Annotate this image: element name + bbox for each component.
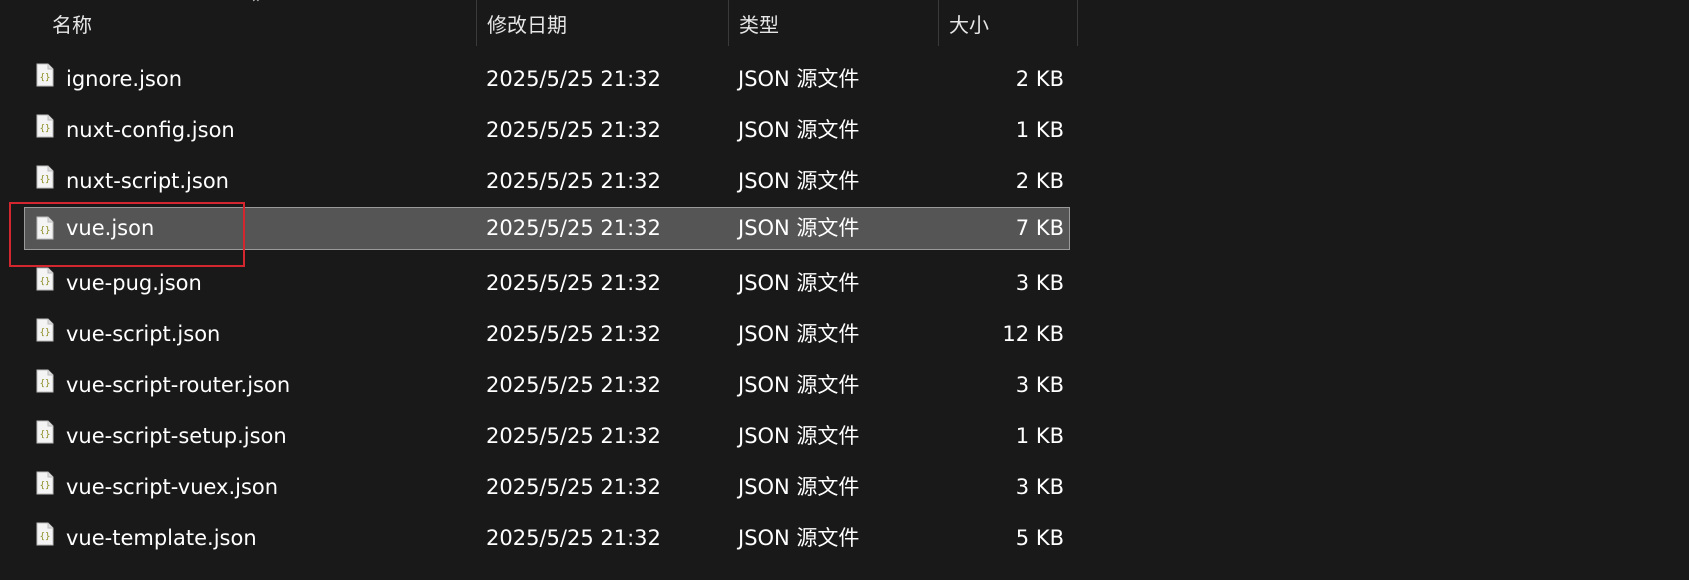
file-modified-date: 2025/5/25 21:32 <box>486 322 661 346</box>
file-size: 1 KB <box>1015 424 1064 448</box>
file-row[interactable]: {} vue-script-vuex.json 2025/5/25 21:32 JSO… <box>0 462 1078 513</box>
file-type: JSON 源文件 <box>738 373 860 397</box>
column-header-size[interactable]: 大小 <box>938 0 1078 46</box>
svg-text:{}: {} <box>40 430 51 440</box>
json-file-icon: {} <box>36 420 54 444</box>
file-modified-date: 2025/5/25 21:32 <box>486 216 661 240</box>
file-modified-date: 2025/5/25 21:32 <box>486 475 661 499</box>
file-modified-date: 2025/5/25 21:32 <box>486 169 661 193</box>
file-name: vue-script-setup.json <box>66 424 287 448</box>
svg-text:{}: {} <box>40 73 51 83</box>
file-size: 3 KB <box>1015 373 1064 397</box>
file-name: vue-script.json <box>66 322 221 346</box>
file-type: JSON 源文件 <box>738 271 860 295</box>
file-type: JSON 源文件 <box>738 322 860 346</box>
file-row[interactable]: {} vue-template.json 2025/5/25 21:32 JSON 源… <box>0 513 1078 564</box>
column-header-type-label: 类型 <box>739 12 779 37</box>
file-size: 2 KB <box>1015 67 1064 91</box>
file-type: JSON 源文件 <box>738 118 860 142</box>
file-size: 3 KB <box>1015 271 1064 295</box>
file-size: 7 KB <box>1015 216 1064 240</box>
json-file-icon: {} <box>36 165 54 189</box>
file-name: vue-script-router.json <box>66 373 291 397</box>
file-modified-date: 2025/5/25 21:32 <box>486 271 661 295</box>
sort-caret-up-icon: ⌃ <box>250 0 262 12</box>
file-row[interactable]: {} ignore.json 2025/5/25 21:32 JSON 源文件 2 KB <box>0 54 1078 105</box>
file-row[interactable]: {} nuxt-config.json 2025/5/25 21:32 JSON 源文… <box>0 105 1078 156</box>
file-name: vue-template.json <box>66 526 257 550</box>
column-header-date-label: 修改日期 <box>487 12 567 37</box>
file-name: vue-script-vuex.json <box>66 475 279 499</box>
json-file-icon: {} <box>36 267 54 291</box>
json-file-icon: {} <box>36 369 54 393</box>
file-row[interactable]: {} vue-script-router.json 2025/5/25 21:32 J… <box>0 360 1078 411</box>
column-header-type[interactable]: 类型 <box>728 0 938 46</box>
json-file-icon: {} <box>36 114 54 138</box>
file-type: JSON 源文件 <box>738 424 860 448</box>
file-modified-date: 2025/5/25 21:32 <box>486 424 661 448</box>
file-modified-date: 2025/5/25 21:32 <box>486 67 661 91</box>
file-name: ignore.json <box>66 67 183 91</box>
svg-text:{}: {} <box>40 277 51 287</box>
column-header-date[interactable]: 修改日期 <box>476 0 728 46</box>
json-file-icon: {} <box>36 63 54 87</box>
file-row[interactable]: {} nuxt-script.json 2025/5/25 21:32 JSON 源文… <box>0 156 1078 207</box>
file-size: 5 KB <box>1015 526 1064 550</box>
column-header-bar: 名称 ⌃ 修改日期 类型 大小 <box>0 0 1078 46</box>
file-size: 2 KB <box>1015 169 1064 193</box>
file-type: JSON 源文件 <box>738 169 860 193</box>
file-size: 3 KB <box>1015 475 1064 499</box>
svg-text:{}: {} <box>40 328 51 338</box>
file-list: {} ignore.json 2025/5/25 21:32 JSON 源文件 2 KB… <box>0 54 1078 564</box>
json-file-icon: {} <box>36 471 54 495</box>
svg-text:{}: {} <box>40 532 51 542</box>
svg-text:{}: {} <box>40 124 51 134</box>
annotation-highlight-box <box>9 202 245 267</box>
file-modified-date: 2025/5/25 21:32 <box>486 373 661 397</box>
svg-text:{}: {} <box>40 481 51 491</box>
file-type: JSON 源文件 <box>738 67 860 91</box>
column-header-size-label: 大小 <box>949 12 989 37</box>
file-modified-date: 2025/5/25 21:32 <box>486 118 661 142</box>
file-row[interactable]: {} vue-script.json 2025/5/25 21:32 JSON 源文件… <box>0 309 1078 360</box>
file-name: nuxt-script.json <box>66 169 229 193</box>
column-header-name-label: 名称 <box>52 12 92 37</box>
json-file-icon: {} <box>36 522 54 546</box>
file-type: JSON 源文件 <box>738 475 860 499</box>
file-size: 12 KB <box>1002 322 1064 346</box>
file-row[interactable]: {} vue-script-setup.json 2025/5/25 21:32 JS… <box>0 411 1078 462</box>
svg-text:{}: {} <box>40 379 51 389</box>
svg-text:{}: {} <box>40 175 51 185</box>
json-file-icon: {} <box>36 318 54 342</box>
file-name: nuxt-config.json <box>66 118 235 142</box>
file-modified-date: 2025/5/25 21:32 <box>486 526 661 550</box>
file-type: JSON 源文件 <box>738 216 860 240</box>
file-size: 1 KB <box>1015 118 1064 142</box>
file-type: JSON 源文件 <box>738 526 860 550</box>
